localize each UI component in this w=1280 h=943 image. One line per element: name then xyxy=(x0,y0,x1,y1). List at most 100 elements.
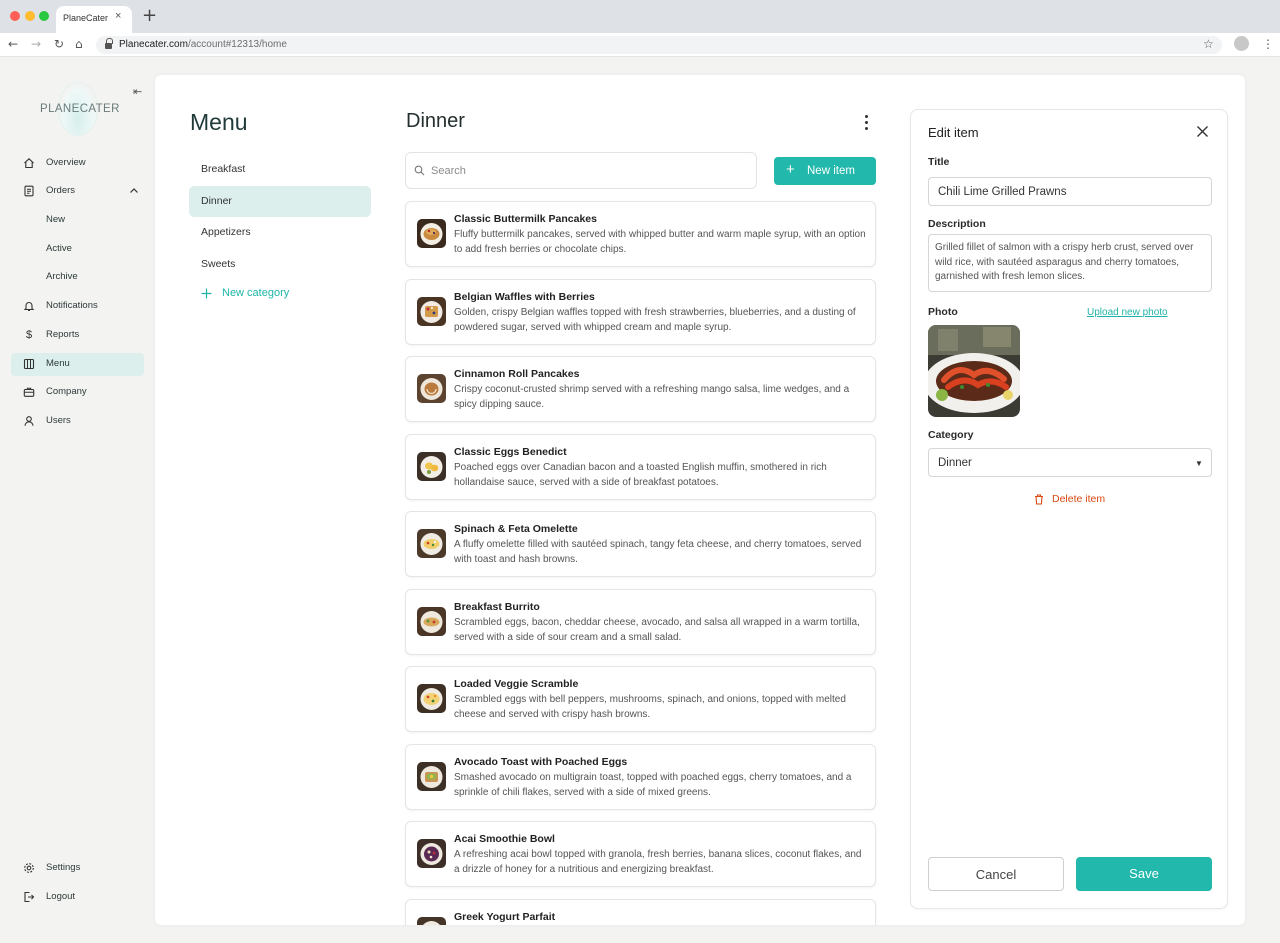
url-host: Planecater.com xyxy=(119,39,188,50)
sidebar-item-logout[interactable]: Logout xyxy=(11,886,144,909)
upload-photo-link[interactable]: Upload new photo xyxy=(1087,307,1168,318)
new-item-button[interactable]: + New item xyxy=(774,157,876,185)
reload-icon[interactable]: ↻ xyxy=(54,37,64,51)
sidebar-item-overview[interactable]: Overview xyxy=(11,152,144,175)
logo-text: PLANECATER xyxy=(40,103,120,115)
sidebar-item-orders-archive[interactable]: Archive xyxy=(11,266,144,289)
bookmark-star-icon[interactable]: ☆ xyxy=(1203,37,1214,51)
chevron-up-icon[interactable] xyxy=(128,184,140,202)
delete-item-button[interactable]: Delete item xyxy=(1034,493,1105,505)
item-title: Classic Eggs Benedict xyxy=(454,446,567,458)
home-browser-icon[interactable]: ⌂ xyxy=(75,37,83,51)
item-photo xyxy=(417,297,446,326)
category-appetizers[interactable]: Appetizers xyxy=(189,217,371,248)
sidebar-item-label: Company xyxy=(46,386,87,397)
menu-item[interactable]: Greek Yogurt Parfait xyxy=(405,899,876,925)
item-title: Cinnamon Roll Pancakes xyxy=(454,368,580,380)
save-button[interactable]: Save xyxy=(1076,857,1212,891)
gear-icon xyxy=(22,861,36,875)
category-label: Appetizers xyxy=(201,226,251,238)
sidebar-item-label: New xyxy=(46,214,66,225)
briefcase-icon xyxy=(22,385,36,399)
url-path: /account#12313/home xyxy=(187,39,287,50)
more-options-icon[interactable] xyxy=(859,113,875,131)
new-tab-icon[interactable]: + xyxy=(142,7,157,25)
item-description: Poached eggs over Canadian bacon and a t… xyxy=(454,462,827,488)
edit-panel-title: Edit item xyxy=(928,125,979,140)
tab-close-icon[interactable]: × xyxy=(115,11,121,22)
item-photo xyxy=(417,529,446,558)
cancel-label: Cancel xyxy=(975,867,1017,882)
item-title: Classic Buttermilk Pancakes xyxy=(454,213,597,225)
menu-item[interactable]: Classic Eggs Benedict Poached eggs over … xyxy=(405,434,876,500)
sidebar-item-reports[interactable]: $ Reports xyxy=(11,324,144,347)
sidebar-item-orders[interactable]: Orders xyxy=(11,180,144,203)
item-photo xyxy=(417,917,446,925)
url-field[interactable]: Planecater.com/account#12313/home xyxy=(96,36,1222,54)
menu-item[interactable]: Avocado Toast with Poached Eggs Smashed … xyxy=(405,744,876,810)
logout-icon xyxy=(22,890,36,904)
category-select[interactable]: Dinner ▼ xyxy=(928,448,1212,477)
item-description: Scrambled eggs with bell peppers, mushro… xyxy=(454,694,846,720)
menu-item[interactable]: Breakfast Burrito Scrambled eggs, bacon,… xyxy=(405,589,876,655)
search-input[interactable]: Search xyxy=(405,152,757,189)
user-icon xyxy=(22,414,36,428)
browser-tab[interactable]: PlaneCater × xyxy=(56,6,132,33)
category-label: Breakfast xyxy=(201,163,246,175)
back-icon[interactable]: ← xyxy=(8,37,18,51)
item-title: Greek Yogurt Parfait xyxy=(454,911,556,923)
item-photo-preview xyxy=(928,325,1020,417)
cancel-button[interactable]: Cancel xyxy=(928,857,1064,891)
category-dinner[interactable]: Dinner xyxy=(189,186,371,217)
forward-icon[interactable]: → xyxy=(31,37,41,51)
item-title: Spinach & Feta Omelette xyxy=(454,523,578,535)
menu-item[interactable]: Loaded Veggie Scramble Scrambled eggs wi… xyxy=(405,666,876,732)
dollar-icon: $ xyxy=(25,329,33,341)
menu-item[interactable]: Spinach & Feta Omelette A fluffy omelett… xyxy=(405,511,876,577)
category-sweets[interactable]: Sweets xyxy=(189,249,371,280)
description-value: Grilled fillet of salmon with a crispy h… xyxy=(935,242,1194,282)
sidebar-item-orders-new[interactable]: New xyxy=(11,209,144,232)
lock-icon xyxy=(105,38,113,49)
new-item-label: New item xyxy=(807,165,855,177)
sidebar-item-label: Overview xyxy=(46,157,86,168)
sidebar-item-menu[interactable]: Menu xyxy=(11,353,144,376)
menu-item[interactable]: Classic Buttermilk Pancakes Fluffy butte… xyxy=(405,201,876,267)
window-maximize-dot[interactable] xyxy=(39,11,49,21)
category-label: Sweets xyxy=(201,258,236,270)
item-title: Belgian Waffles with Berries xyxy=(454,291,595,303)
menu-item[interactable]: Belgian Waffles with Berries Golden, cri… xyxy=(405,279,876,345)
item-description: Crispy coconut-crusted shrimp served wit… xyxy=(454,384,850,410)
home-icon xyxy=(22,156,36,170)
item-photo xyxy=(417,762,446,791)
item-photo xyxy=(417,684,446,713)
browser-menu-icon[interactable]: ⋮ xyxy=(1262,37,1274,51)
orders-icon xyxy=(22,184,36,198)
description-field[interactable]: Grilled fillet of salmon with a crispy h… xyxy=(928,234,1212,292)
profile-avatar[interactable] xyxy=(1234,36,1249,51)
item-description: Golden, crispy Belgian waffles topped wi… xyxy=(454,307,856,333)
new-category-button[interactable]: New category xyxy=(201,287,289,299)
main-card: Menu Breakfast Dinner Appetizers Sweets … xyxy=(155,75,1245,925)
sidebar-item-users[interactable]: Users xyxy=(11,410,144,433)
sidebar-item-orders-active[interactable]: Active xyxy=(11,238,144,261)
item-title: Breakfast Burrito xyxy=(454,601,540,613)
category-breakfast[interactable]: Breakfast xyxy=(189,154,371,185)
sidebar-item-settings[interactable]: Settings xyxy=(11,857,144,880)
window-close-dot[interactable] xyxy=(10,11,20,21)
sidebar-item-company[interactable]: Company xyxy=(11,381,144,404)
address-bar: ← → ↻ ⌂ Planecater.com/account#12313/hom… xyxy=(0,33,1280,57)
page-title: Menu xyxy=(190,109,248,135)
chevron-down-icon: ▼ xyxy=(1195,459,1203,468)
title-field[interactable]: Chili Lime Grilled Prawns xyxy=(928,177,1212,206)
collapse-sidebar-icon[interactable]: ⇤ xyxy=(133,85,142,98)
item-photo xyxy=(417,839,446,868)
photo-label: Photo xyxy=(928,306,958,318)
sidebar-item-notifications[interactable]: Notifications xyxy=(11,295,144,318)
title-label: Title xyxy=(928,156,950,168)
menu-item[interactable]: Acai Smoothie Bowl A refreshing acai bow… xyxy=(405,821,876,887)
delete-item-label: Delete item xyxy=(1052,493,1106,505)
menu-item[interactable]: Cinnamon Roll Pancakes Crispy coconut-cr… xyxy=(405,356,876,422)
close-icon[interactable] xyxy=(1196,125,1209,138)
window-minimize-dot[interactable] xyxy=(25,11,35,21)
